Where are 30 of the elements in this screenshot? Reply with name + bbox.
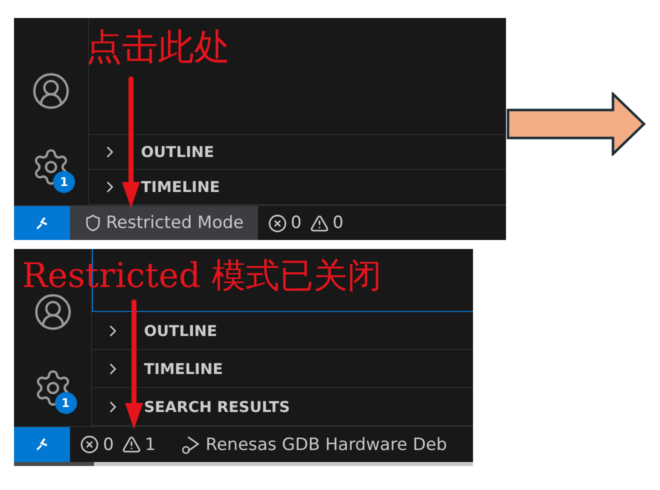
problems-indicator[interactable]: 0 1	[70, 427, 170, 462]
warning-count: 0	[332, 213, 344, 233]
scrollbar[interactable]	[14, 462, 473, 466]
section-header[interactable]: OUTLINE	[92, 312, 473, 350]
warning-icon	[122, 435, 141, 454]
error-icon	[268, 214, 287, 232]
notification-badge: 1	[53, 171, 75, 193]
account-icon[interactable]	[32, 292, 72, 332]
section-header[interactable]: OUTLINE	[89, 135, 506, 170]
shield-icon	[84, 214, 102, 232]
error-icon	[80, 435, 99, 454]
error-count: 0	[103, 434, 114, 454]
section-title: SEARCH RESULTS	[144, 398, 290, 416]
annotation-text: 点击此处	[86, 30, 230, 66]
remote-icon	[36, 438, 48, 451]
problems-indicator[interactable]: 0 0	[258, 206, 358, 240]
error-count: 0	[290, 213, 302, 233]
section-title: OUTLINE	[144, 322, 218, 340]
debug-config-button[interactable]: Renesas GDB Hardware Deb	[170, 427, 458, 462]
section-title: TIMELINE	[144, 360, 223, 378]
section-header[interactable]: TIMELINE	[92, 350, 473, 388]
warning-count: 1	[144, 434, 156, 454]
notification-badge: 1	[54, 392, 76, 414]
section-title: OUTLINE	[141, 143, 214, 161]
debug-icon	[180, 434, 202, 456]
remote-icon	[36, 216, 48, 230]
warning-icon	[310, 214, 329, 232]
section-title: TIMELINE	[141, 178, 220, 196]
account-icon[interactable]	[31, 71, 71, 111]
restricted-mode-button[interactable]: Restricted Mode	[70, 206, 258, 240]
